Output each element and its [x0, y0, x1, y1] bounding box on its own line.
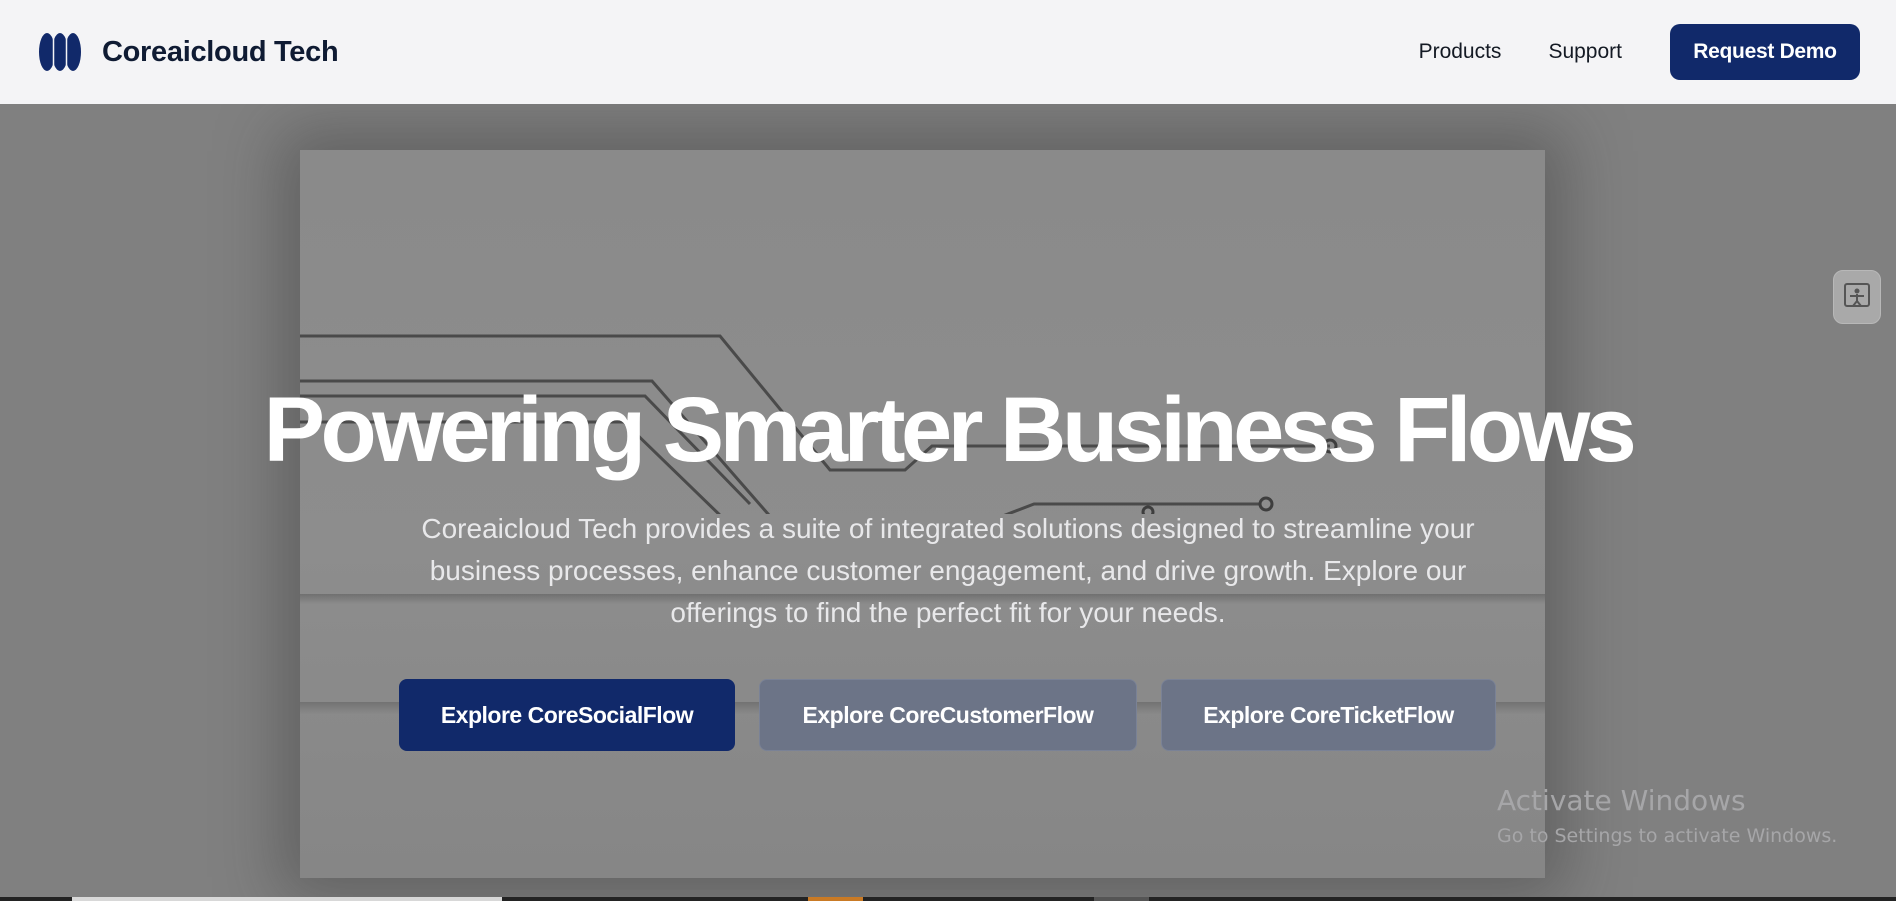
taskbar-edge — [0, 897, 1896, 901]
taskbar-segment — [808, 897, 863, 901]
hero-title: Powering Smarter Business Flows — [263, 379, 1637, 481]
windows-activation-watermark: Activate Windows Go to Settings to activ… — [1497, 784, 1837, 847]
nav-link-support[interactable]: Support — [1548, 40, 1622, 64]
accessibility-widget-button[interactable] — [1833, 270, 1881, 324]
brand[interactable]: Coreaicloud Tech — [38, 31, 339, 73]
explore-corecustomerflow-button[interactable]: Explore CoreCustomerFlow — [759, 679, 1137, 751]
nav-link-products[interactable]: Products — [1419, 40, 1502, 64]
watermark-subtitle: Go to Settings to activate Windows. — [1497, 825, 1838, 847]
explore-coresocialflow-button[interactable]: Explore CoreSocialFlow — [399, 679, 735, 751]
brand-name: Coreaicloud Tech — [102, 35, 339, 68]
hero-buttons: Explore CoreSocialFlow Explore CoreCusto… — [0, 679, 1896, 751]
watermark-title: Activate Windows — [1497, 784, 1746, 817]
hero-subtitle: Coreaicloud Tech provides a suite of int… — [421, 513, 1475, 628]
site-header: Coreaicloud Tech Products Support Reques… — [0, 0, 1896, 104]
taskbar-segment — [72, 897, 502, 901]
main-nav: Products Support Request Demo — [1419, 24, 1860, 80]
hero-section: Powering Smarter Business Flows Coreaicl… — [0, 104, 1896, 901]
request-demo-button[interactable]: Request Demo — [1670, 24, 1860, 80]
explore-coreticketflow-button[interactable]: Explore CoreTicketFlow — [1161, 679, 1496, 751]
taskbar-segment — [1094, 897, 1149, 901]
brand-logo-icon — [38, 31, 82, 73]
accessibility-icon — [1842, 280, 1872, 315]
